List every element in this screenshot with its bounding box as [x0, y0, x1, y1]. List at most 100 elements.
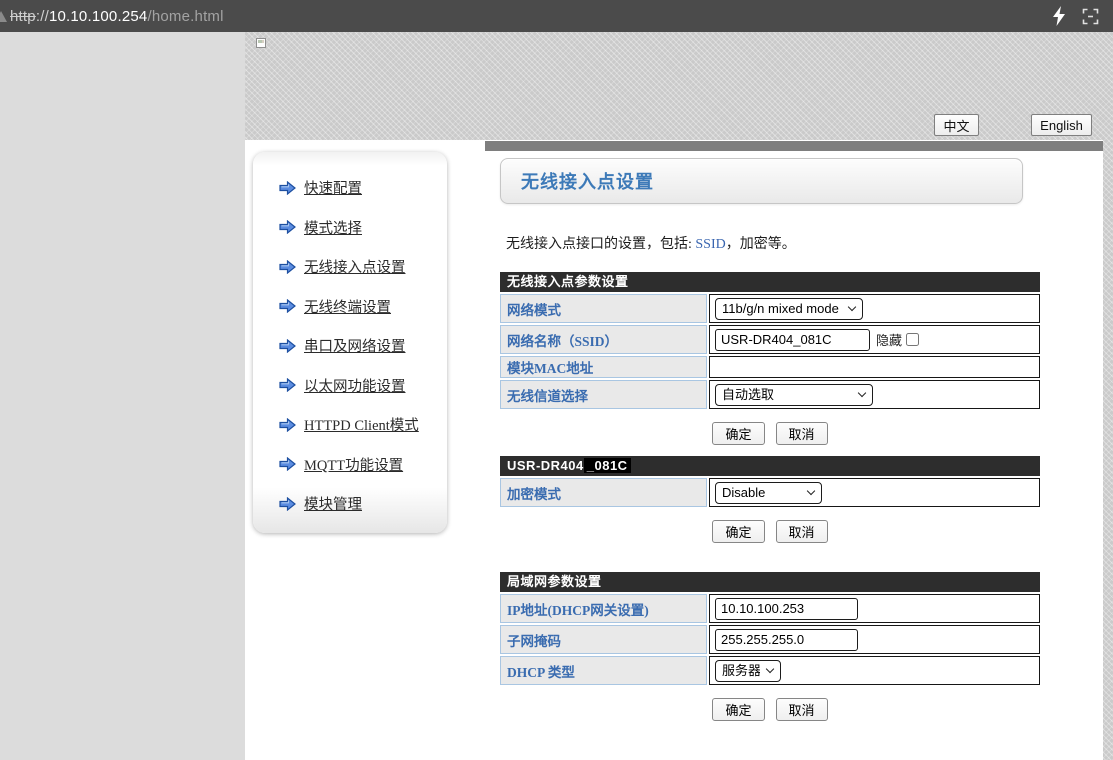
field-label-encryption-mode: 加密模式	[500, 478, 707, 507]
field-value-dhcp-type: 服务器	[709, 656, 1040, 685]
page-description: 无线接入点接口的设置，包括: SSID，加密等。	[506, 233, 1040, 253]
field-label-ssid: 网络名称（SSID）	[500, 325, 707, 354]
browser-top-bar: http://10.10.100.254/home.html	[0, 0, 1113, 32]
sidebar-item-label[interactable]: MQTT功能设置	[304, 454, 403, 475]
table-row-network-mode: 网络模式 11b/g/n mixed mode	[500, 294, 1040, 323]
address-bar[interactable]: http://10.10.100.254/home.html	[10, 8, 224, 25]
blue-arrow-icon	[279, 299, 296, 313]
blue-arrow-icon	[279, 497, 296, 511]
field-label-network-mode: 网络模式	[500, 294, 707, 323]
sidebar-item-label[interactable]: 无线接入点设置	[304, 256, 406, 277]
page-icon-cut	[0, 11, 7, 22]
dhcp-type-select[interactable]: 服务器	[715, 660, 781, 682]
field-value-encryption-mode: Disable	[709, 478, 1040, 507]
field-label-module-mac: 模块MAC地址	[500, 356, 707, 378]
sidebar-item-label[interactable]: 串口及网络设置	[304, 335, 406, 356]
sidebar-item-7[interactable]: HTTPD Client模式	[279, 405, 447, 445]
blue-arrow-icon	[279, 220, 296, 234]
main-column: 无线接入点设置 无线接入点接口的设置，包括: SSID，加密等。 无线接入点参数…	[500, 158, 1040, 732]
chinese-language-button[interactable]: 中文	[934, 114, 979, 136]
table-row-ip-address: IP地址(DHCP网关设置)	[500, 594, 1040, 623]
select-wrap: Disable	[715, 482, 822, 504]
broken-image-icon	[256, 38, 266, 48]
field-value-module-mac	[709, 356, 1040, 378]
field-value-network-mode: 11b/g/n mixed mode	[709, 294, 1040, 323]
select-wrap: 自动选取	[715, 384, 873, 406]
sidebar-item-6[interactable]: 以太网功能设置	[279, 366, 447, 406]
field-value-ssid: 隐藏	[709, 325, 1040, 354]
cancel-button[interactable]: 取消	[776, 698, 828, 721]
ok-button[interactable]: 确定	[712, 698, 764, 721]
sidebar-item-label[interactable]: 模块管理	[304, 493, 362, 514]
table-row-module-mac: 模块MAC地址	[500, 356, 1040, 378]
section-lan-params: 局域网参数设置IP地址(DHCP网关设置)子网掩码DHCP 类型服务器确定取消	[500, 572, 1040, 721]
url-separator: ://	[36, 8, 49, 25]
sidebar-item-label[interactable]: 快速配置	[304, 177, 362, 198]
wireless-channel-select[interactable]: 自动选取	[715, 384, 873, 406]
fullscreen-icon[interactable]	[1082, 8, 1099, 25]
sidebar-item-2[interactable]: 模式选择	[279, 208, 447, 248]
ssid-input[interactable]	[715, 329, 870, 351]
sidebar-item-label[interactable]: HTTPD Client模式	[304, 414, 419, 435]
select-wrap: 11b/g/n mixed mode	[715, 298, 863, 320]
sidebar-item-4[interactable]: 无线终端设置	[279, 287, 447, 327]
section-wlan-ap-params: 无线接入点参数设置网络模式 11b/g/n mixed mode 网络名称（SSID…	[500, 272, 1040, 445]
ok-button[interactable]: 确定	[712, 422, 764, 445]
sidebar-item-1[interactable]: 快速配置	[279, 168, 447, 208]
section-header-lan-params: 局域网参数设置	[500, 572, 1040, 592]
table-row-wireless-channel: 无线信道选择自动选取	[500, 380, 1040, 409]
sidebar-menu: 快速配置模式选择无线接入点设置无线终端设置串口及网络设置以太网功能设置 HTTPD…	[253, 152, 447, 524]
field-label-wireless-channel: 无线信道选择	[500, 380, 707, 409]
url-path: /home.html	[147, 8, 223, 25]
header-divider-bar	[485, 141, 1103, 151]
network-mode-select[interactable]: 11b/g/n mixed mode	[715, 298, 863, 320]
header-text: 无线接入点参数设置	[507, 274, 629, 289]
sidebar-item-3[interactable]: 无线接入点设置	[279, 247, 447, 287]
sidebar-item-9[interactable]: 模块管理	[279, 484, 447, 524]
english-language-button[interactable]: English	[1031, 114, 1092, 136]
subnet-mask-input[interactable]	[715, 629, 858, 651]
section-ssid-security: USR-DR404_081C加密模式Disable确定取消	[500, 456, 1040, 543]
cancel-button[interactable]: 取消	[776, 422, 828, 445]
section-header-ssid-security: USR-DR404_081C	[500, 456, 1040, 476]
sidebar-menu-card: 快速配置模式选择无线接入点设置无线终端设置串口及网络设置以太网功能设置 HTTPD…	[253, 152, 447, 533]
description-prefix: 无线接入点接口的设置，包括:	[506, 237, 695, 252]
page-title-box: 无线接入点设置	[500, 158, 1023, 204]
header-text: USR-DR404	[507, 458, 584, 473]
blue-arrow-icon	[279, 260, 296, 274]
ssid-suffix-label: 隐藏	[876, 330, 902, 349]
field-value-wireless-channel: 自动选取	[709, 380, 1040, 409]
field-label-ip-address: IP地址(DHCP网关设置)	[500, 594, 707, 623]
field-label-dhcp-type: DHCP 类型	[500, 656, 707, 685]
ok-button[interactable]: 确定	[712, 520, 764, 543]
blue-arrow-icon	[279, 339, 296, 353]
blue-arrow-icon	[279, 181, 296, 195]
blue-arrow-icon	[279, 418, 296, 432]
section-header-wlan-ap-params: 无线接入点参数设置	[500, 272, 1040, 292]
lightning-icon[interactable]	[1052, 6, 1066, 26]
ssid-hidden-checkbox[interactable]	[906, 333, 919, 346]
field-value-subnet-mask	[709, 625, 1040, 654]
table-row-subnet-mask: 子网掩码	[500, 625, 1040, 654]
button-row-wlan-ap-params: 确定取消	[500, 422, 1040, 445]
form-sections: 无线接入点参数设置网络模式 11b/g/n mixed mode 网络名称（SSID…	[500, 272, 1040, 721]
description-highlight: SSID	[695, 237, 725, 252]
table-row-dhcp-type: DHCP 类型服务器	[500, 656, 1040, 685]
field-value-ip-address	[709, 594, 1040, 623]
table-row-encryption-mode: 加密模式 Disable	[500, 478, 1040, 507]
description-suffix: ，加密等。	[726, 237, 796, 252]
sidebar-item-label[interactable]: 无线终端设置	[304, 296, 391, 317]
page-title: 无线接入点设置	[521, 168, 654, 194]
url-host: 10.10.100.254	[49, 8, 148, 25]
table-row-ssid: 网络名称（SSID） 隐藏	[500, 325, 1040, 354]
ip-address-input[interactable]	[715, 598, 858, 620]
header-highlight: _081C	[584, 458, 631, 473]
sidebar-item-8[interactable]: MQTT功能设置	[279, 445, 447, 485]
sidebar-item-5[interactable]: 串口及网络设置	[279, 326, 447, 366]
url-scheme: http	[10, 8, 36, 25]
sidebar-item-label[interactable]: 模式选择	[304, 217, 362, 238]
button-row-lan-params: 确定取消	[500, 698, 1040, 721]
encryption-mode-select[interactable]: Disable	[715, 482, 822, 504]
sidebar-item-label[interactable]: 以太网功能设置	[304, 375, 406, 396]
cancel-button[interactable]: 取消	[776, 520, 828, 543]
